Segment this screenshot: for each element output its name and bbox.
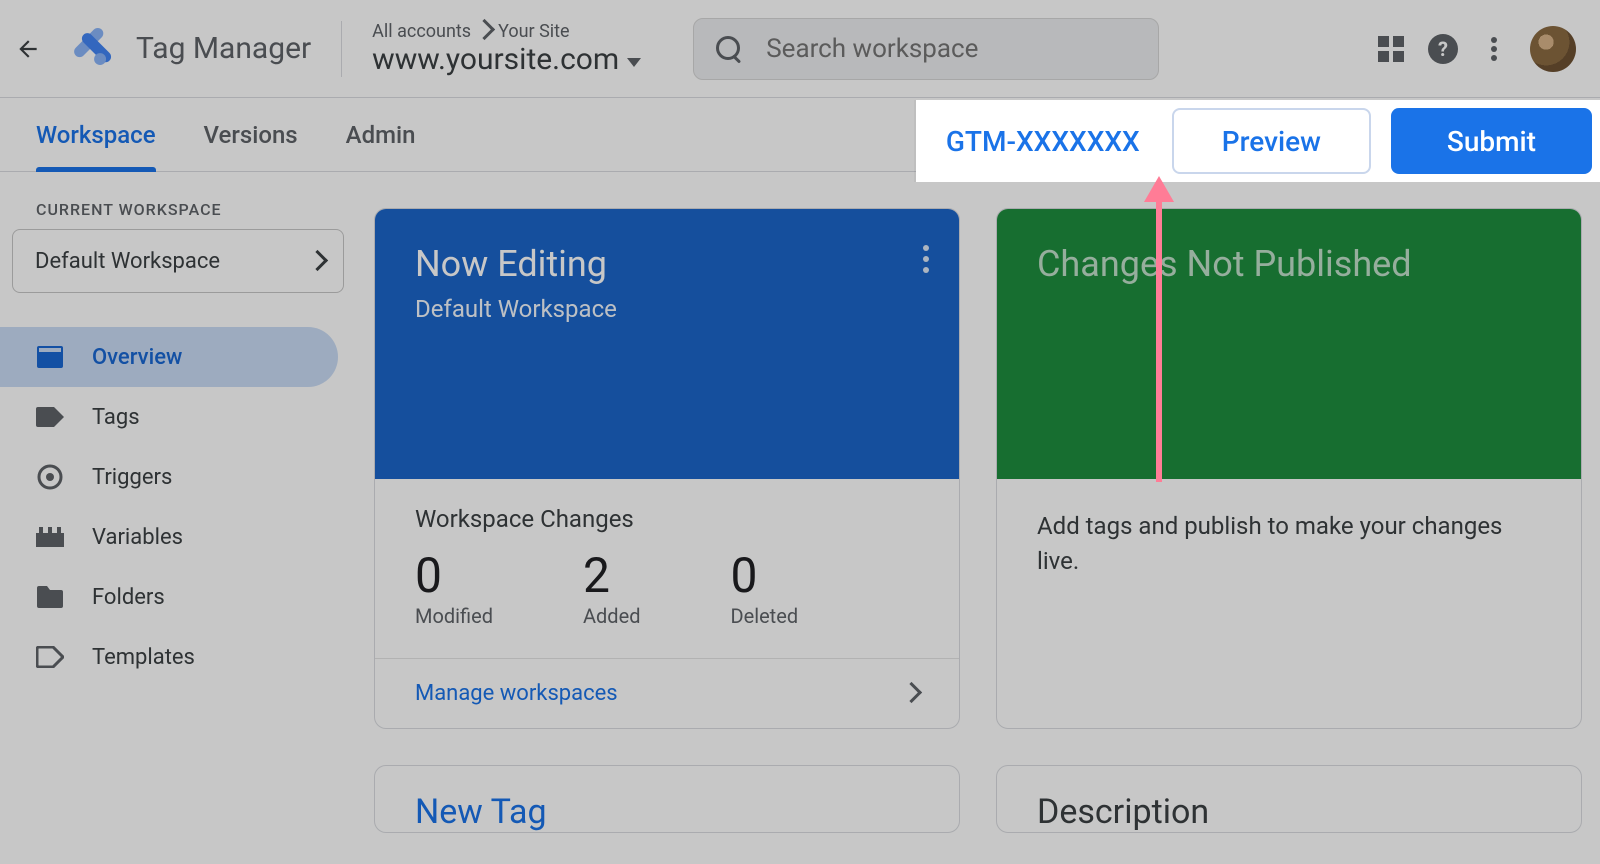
chevron-down-icon xyxy=(627,58,641,67)
template-icon xyxy=(36,645,64,669)
chevron-right-icon xyxy=(310,249,325,274)
sidebar-item-templates[interactable]: Templates xyxy=(0,627,338,687)
changes-title: Changes Not Published xyxy=(1037,243,1541,285)
breadcrumb-all: All accounts xyxy=(372,21,471,42)
workspace-selector[interactable]: Default Workspace xyxy=(12,229,344,293)
search-icon xyxy=(716,36,742,62)
chevron-right-icon xyxy=(477,22,492,40)
variables-icon xyxy=(36,525,64,549)
stat-label: Modified xyxy=(415,604,493,628)
sidebar-section-label: CURRENT WORKSPACE xyxy=(0,200,356,229)
site-url: www.yoursite.com xyxy=(372,42,619,77)
submit-button[interactable]: Submit xyxy=(1391,108,1592,174)
user-avatar[interactable] xyxy=(1530,26,1576,72)
app-header: Tag Manager All accounts Your Site www.y… xyxy=(0,0,1600,98)
tag-icon xyxy=(36,405,64,429)
changes-desc: Add tags and publish to make your change… xyxy=(997,479,1581,609)
stat-label: Deleted xyxy=(730,604,798,628)
card-changes-not-published: Changes Not Published Add tags and publi… xyxy=(996,208,1582,729)
back-button[interactable] xyxy=(8,29,48,69)
stat-value: 0 xyxy=(415,547,493,604)
account-selector[interactable]: All accounts Your Site www.yoursite.com xyxy=(372,21,641,77)
workspace-name: Default Workspace xyxy=(35,249,220,274)
container-id[interactable]: GTM-XXXXXXX xyxy=(934,125,1152,158)
sidebar-item-triggers[interactable]: Triggers xyxy=(0,447,338,507)
sidebar-item-label: Triggers xyxy=(92,465,172,490)
now-editing-subtitle: Default Workspace xyxy=(415,295,919,323)
action-bar: GTM-XXXXXXX Preview Submit xyxy=(916,100,1600,182)
sidebar-nav: Overview Tags Triggers Variables Folders… xyxy=(0,327,356,687)
search-box[interactable] xyxy=(693,18,1159,80)
sidebar-item-label: Overview xyxy=(92,345,182,370)
arrow-left-icon xyxy=(15,36,41,62)
stat-value: 0 xyxy=(730,547,798,604)
header-divider xyxy=(341,21,342,77)
stat-added: 2 Added xyxy=(583,547,641,628)
breadcrumb-site: Your Site xyxy=(498,21,570,42)
workspace-changes-heading: Workspace Changes xyxy=(415,505,919,533)
tab-versions[interactable]: Versions xyxy=(204,99,298,171)
preview-button[interactable]: Preview xyxy=(1172,108,1371,174)
app-title: Tag Manager xyxy=(136,31,311,66)
chevron-right-icon xyxy=(904,681,919,706)
apps-icon[interactable] xyxy=(1378,36,1404,62)
tab-admin[interactable]: Admin xyxy=(346,99,416,171)
sidebar-item-tags[interactable]: Tags xyxy=(0,387,338,447)
folder-icon xyxy=(36,585,64,609)
tag-manager-logo-icon xyxy=(68,27,112,71)
sidebar-item-folders[interactable]: Folders xyxy=(0,567,338,627)
sidebar-item-label: Templates xyxy=(92,645,195,670)
tab-workspace[interactable]: Workspace xyxy=(36,99,156,171)
new-tag-title: New Tag xyxy=(375,766,959,832)
sidebar-item-label: Tags xyxy=(92,405,140,430)
trigger-icon xyxy=(36,465,64,489)
description-title: Description xyxy=(997,766,1581,832)
manage-workspaces-label: Manage workspaces xyxy=(415,681,618,706)
now-editing-title: Now Editing xyxy=(415,243,919,285)
app-logo-title[interactable]: Tag Manager xyxy=(60,27,311,71)
stat-deleted: 0 Deleted xyxy=(730,547,798,628)
card-description[interactable]: Description xyxy=(996,765,1582,833)
breadcrumb: All accounts Your Site xyxy=(372,21,641,42)
overview-icon xyxy=(36,345,64,369)
card-now-editing: Now Editing Default Workspace Workspace … xyxy=(374,208,960,729)
sidebar-item-label: Variables xyxy=(92,525,183,550)
sidebar-item-variables[interactable]: Variables xyxy=(0,507,338,567)
stat-label: Added xyxy=(583,604,641,628)
main-content: Now Editing Default Workspace Workspace … xyxy=(356,172,1600,864)
stat-value: 2 xyxy=(583,547,641,604)
sidebar-item-overview[interactable]: Overview xyxy=(0,327,338,387)
manage-workspaces-link[interactable]: Manage workspaces xyxy=(375,658,959,728)
sidebar: CURRENT WORKSPACE Default Workspace Over… xyxy=(0,172,356,864)
search-input[interactable] xyxy=(766,34,1136,64)
sidebar-item-label: Folders xyxy=(92,585,165,610)
kebab-menu-icon[interactable] xyxy=(1482,35,1506,63)
card-menu-button[interactable] xyxy=(923,245,929,273)
card-new-tag[interactable]: New Tag xyxy=(374,765,960,833)
stat-modified: 0 Modified xyxy=(415,547,493,628)
help-icon[interactable]: ? xyxy=(1428,34,1458,64)
